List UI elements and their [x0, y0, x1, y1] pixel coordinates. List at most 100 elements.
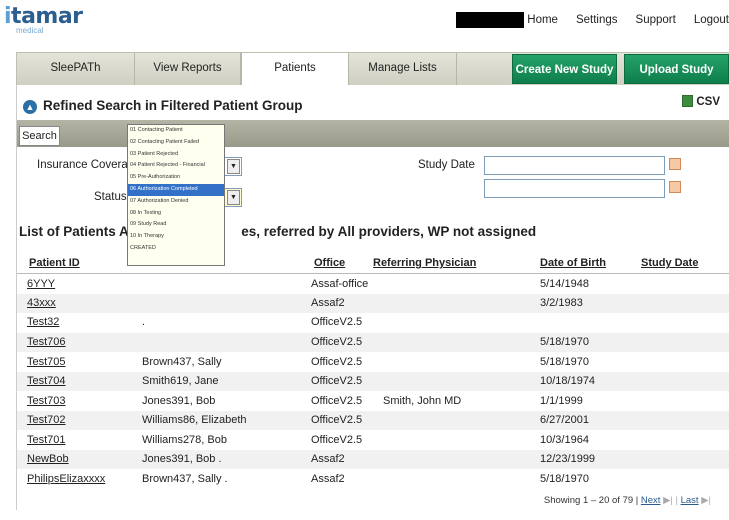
itamar-logo[interactable]: itamar medical	[4, 6, 83, 36]
patient-name: Brown437, Sally	[142, 356, 222, 368]
status-option[interactable]: 02 Contacting Patient Failed	[128, 137, 224, 149]
patient-name: Jones391, Bob	[142, 395, 216, 407]
nav-settings[interactable]: Settings	[576, 14, 618, 26]
patients-panel: ▲ Refined Search in Filtered Patient Gro…	[16, 85, 729, 510]
patient-id-link[interactable]: Test706	[27, 336, 66, 348]
patient-id-link[interactable]: Test702	[27, 414, 66, 426]
nav-support[interactable]: Support	[636, 14, 676, 26]
tab-sleepath[interactable]: SleePATh	[17, 53, 135, 85]
section-title: Refined Search in Filtered Patient Group	[43, 98, 303, 113]
tab-view-reports[interactable]: View Reports	[135, 53, 241, 85]
table-row[interactable]: Test705 Brown437, Sally OfficeV2.5 5/18/197…	[17, 353, 729, 372]
tab-manage-lists[interactable]: Manage Lists	[349, 53, 457, 85]
calendar-icon[interactable]	[669, 158, 681, 170]
search-toolbar: Search	[17, 120, 729, 147]
date-of-birth: 6/27/2001	[540, 414, 589, 426]
study-date-label: Study Date	[418, 159, 475, 171]
calendar-icon[interactable]	[669, 181, 681, 193]
patient-name: .	[142, 316, 146, 328]
status-option[interactable]: 08 In Testing	[128, 208, 224, 220]
patient-id-link[interactable]: Test701	[27, 434, 66, 446]
column-patient-id[interactable]: Patient ID	[29, 257, 80, 269]
table-row[interactable]: Test701 Williams278, Bob OfficeV2.5 10/3/19…	[17, 431, 729, 450]
patient-office: OfficeV2.5	[311, 336, 363, 348]
column-office[interactable]: Office	[314, 257, 345, 269]
date-of-birth: 10/18/1974	[540, 375, 596, 387]
patient-id-link[interactable]: Test703	[27, 395, 66, 407]
insurance-coverage-label: Insurance Coverage	[37, 159, 141, 171]
refined-search-header: ▲ Refined Search in Filtered Patient Gro…	[17, 95, 729, 121]
status-option[interactable]: 07 Authorization Denied	[128, 196, 224, 208]
patient-id-link[interactable]: NewBob	[27, 453, 69, 465]
patient-name: Williams86, Elizabeth	[142, 414, 247, 426]
status-option[interactable]: 03 Patient Rejected	[128, 149, 224, 161]
table-row[interactable]: Test702 Williams86, Elizabeth OfficeV2.5 6/…	[17, 411, 729, 430]
table-row[interactable]: NewBob Jones391, Bob . Assaf2 12/23/1999	[17, 450, 729, 469]
upload-study-button[interactable]: Upload Study	[624, 54, 729, 84]
patient-office: OfficeV2.5	[311, 395, 363, 407]
patient-office: Assaf2	[311, 473, 345, 485]
patient-id-link[interactable]: Test705	[27, 356, 66, 368]
patient-id-link[interactable]: Test704	[27, 375, 66, 387]
last-arrow-icon: ▶|	[701, 495, 711, 506]
date-of-birth: 1/1/1999	[540, 395, 583, 407]
status-option[interactable]: 10 In Therapy	[128, 231, 224, 243]
patient-name: Smith619, Jane	[142, 375, 219, 387]
patient-office: Assaf-office	[311, 278, 369, 290]
spreadsheet-icon	[682, 95, 694, 107]
search-button[interactable]: Search	[19, 126, 60, 146]
patient-name: Brown437, Sally .	[142, 473, 228, 485]
table-header: Patient ID Office Referring Physician Da…	[17, 252, 729, 274]
table-row[interactable]: Test706 OfficeV2.5 5/18/1970	[17, 333, 729, 352]
study-date-to-input[interactable]	[484, 179, 665, 198]
column-study-date[interactable]: Study Date	[641, 257, 698, 269]
collapse-up-icon[interactable]: ▲	[23, 100, 37, 114]
status-option[interactable]: 06 Authorization Completed	[128, 183, 224, 196]
patient-office: OfficeV2.5	[311, 316, 363, 328]
date-of-birth: 5/18/1970	[540, 473, 589, 485]
date-of-birth: 12/23/1999	[540, 453, 596, 465]
nav-logout[interactable]: Logout	[694, 14, 729, 26]
status-option[interactable]: 04 Patient Rejected - Financial	[128, 160, 224, 172]
column-referring-physician[interactable]: Referring Physician	[373, 257, 476, 269]
main-tab-bar: SleePATh View Reports Patients Manage Li…	[16, 52, 729, 87]
table-row[interactable]: Test32. OfficeV2.5	[17, 313, 729, 332]
status-label: Status	[94, 191, 127, 203]
pager-showing: Showing 1 – 20 of 79 |	[543, 495, 639, 506]
patient-id-link[interactable]: 6YYY	[27, 278, 55, 290]
patient-list-title-end: es, referred by All providers, WP not as…	[241, 224, 537, 239]
patient-id-link[interactable]: PhilipsElizaxxxx	[27, 473, 105, 485]
status-option[interactable]: 01 Contacting Patient	[128, 125, 224, 137]
table-row[interactable]: 43xxx Assaf2 3/2/1983	[17, 294, 729, 313]
status-option[interactable]: 09 Study Read	[128, 219, 224, 231]
study-date-from-input[interactable]	[484, 156, 665, 175]
top-navigation: Home Settings Support Logout	[527, 14, 729, 26]
patient-id-link[interactable]: 43xxx	[27, 297, 56, 309]
patient-office: Assaf2	[311, 297, 345, 309]
table-row[interactable]: PhilipsElizaxxxx Brown437, Sally . Assaf2 5…	[17, 470, 729, 489]
csv-export-link[interactable]: CSV	[682, 95, 720, 108]
pager-next[interactable]: Next	[641, 495, 661, 506]
create-new-study-button[interactable]: Create New Study	[512, 54, 617, 84]
date-of-birth: 5/14/1948	[540, 278, 589, 290]
chevron-down-icon[interactable]: ▼	[227, 159, 240, 174]
status-option[interactable]: CREATED	[128, 243, 224, 255]
patient-office: OfficeV2.5	[311, 356, 363, 368]
patient-office: OfficeV2.5	[311, 434, 363, 446]
table-row[interactable]: Test703 Jones391, Bob OfficeV2.5 Smith, Joh…	[17, 392, 729, 411]
redacted-user-box	[456, 12, 524, 28]
date-of-birth: 5/18/1970	[540, 356, 589, 368]
referring-physician: Smith, John MD	[383, 395, 462, 407]
status-option[interactable]: 05 Pre-Authorization	[128, 172, 224, 184]
column-date-of-birth[interactable]: Date of Birth	[540, 257, 606, 269]
chevron-down-icon[interactable]: ▼	[227, 190, 240, 205]
tab-patients[interactable]: Patients	[241, 53, 349, 87]
patient-office: OfficeV2.5	[311, 375, 363, 387]
next-arrow-icon: ▶|	[663, 495, 673, 506]
pager-last[interactable]: Last	[681, 495, 699, 506]
nav-home[interactable]: Home	[527, 14, 558, 26]
patient-id-link[interactable]: Test32	[27, 316, 59, 328]
patient-office: Assaf2	[311, 453, 345, 465]
table-row[interactable]: Test704 Smith619, Jane OfficeV2.5 10/18/197…	[17, 372, 729, 391]
table-row[interactable]: 6YYY Assaf-office 5/14/1948	[17, 275, 729, 294]
